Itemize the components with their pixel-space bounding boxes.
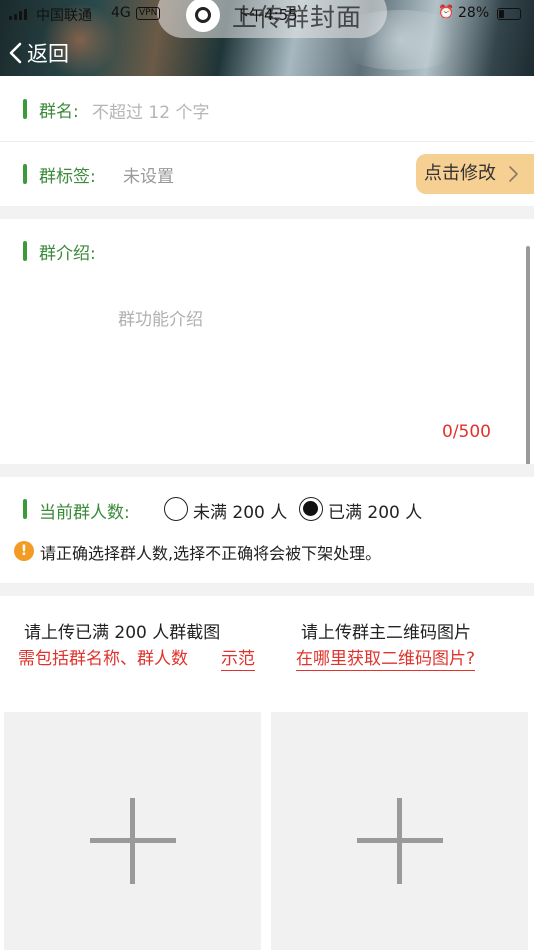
group-name-row[interactable]: 群名: 不超过 12 个字 bbox=[0, 76, 534, 142]
radio-under-200-label[interactable]: 未满 200 人 bbox=[193, 498, 287, 523]
back-label: 返回 bbox=[27, 42, 69, 66]
example-link[interactable]: 示范 bbox=[221, 644, 255, 671]
vpn-badge: VPN bbox=[136, 7, 161, 20]
section-marker bbox=[23, 164, 27, 184]
section-marker bbox=[23, 499, 27, 519]
header-cover-banner: 中国联通 4G VPN 下午4:55 ⏰ 28% 上传群封面 返回 bbox=[0, 0, 534, 76]
group-tag-label: 群标签: bbox=[39, 167, 96, 187]
radio-under-200[interactable] bbox=[164, 497, 188, 521]
group-name-input[interactable]: 不超过 12 个字 bbox=[92, 98, 209, 123]
member-count-label: 当前群人数: bbox=[39, 503, 130, 523]
upload-screenshot-note: 需包括群名称、群人数 bbox=[18, 649, 188, 669]
battery-percent: 28% bbox=[458, 5, 490, 21]
group-intro-label: 群介绍: bbox=[39, 244, 96, 264]
signal-icon bbox=[9, 9, 27, 20]
network-label: 4G bbox=[111, 5, 131, 21]
warning-icon: ! bbox=[14, 541, 34, 561]
carrier-label: 中国联通 bbox=[36, 8, 92, 24]
chevron-right-icon bbox=[509, 166, 518, 182]
section-marker bbox=[23, 241, 27, 261]
upload-screenshot-title: 请上传已满 200 人群截图 bbox=[24, 623, 221, 643]
upload-qrcode-title: 请上传群主二维码图片 bbox=[301, 623, 471, 643]
radio-full-200-label[interactable]: 已满 200 人 bbox=[328, 498, 422, 523]
group-intro-row: 群介绍: 群功能介绍 0/500 bbox=[0, 219, 534, 464]
plus-icon bbox=[357, 798, 443, 884]
section-divider bbox=[0, 206, 534, 219]
member-count-row: 当前群人数: 未满 200 人 已满 200 人 ! 请正确选择群人数,选择不正… bbox=[0, 477, 534, 583]
char-counter: 0/500 bbox=[442, 422, 491, 442]
section-divider bbox=[0, 464, 534, 477]
upload-section: 请上传已满 200 人群截图 需包括群名称、群人数 示范 请上传群主二维码图片 … bbox=[0, 596, 534, 950]
radio-full-200[interactable] bbox=[299, 497, 323, 521]
section-marker bbox=[23, 99, 27, 119]
upload-qrcode-box[interactable] bbox=[271, 712, 528, 950]
warning-text: 请正确选择群人数,选择不正确将会被下架处理。 bbox=[40, 544, 382, 563]
edit-tag-label: 点击修改 bbox=[424, 163, 496, 184]
upload-screenshot-box[interactable] bbox=[4, 712, 261, 950]
group-tag-value: 未设置 bbox=[123, 167, 174, 187]
group-tag-row: 群标签: 未设置 点击修改 bbox=[0, 142, 534, 206]
group-name-label: 群名: bbox=[39, 102, 79, 122]
qrcode-help-link[interactable]: 在哪里获取二维码图片? bbox=[296, 644, 476, 671]
section-divider bbox=[0, 583, 534, 596]
plus-icon bbox=[90, 798, 176, 884]
upload-cover-title[interactable]: 上传群封面 bbox=[232, 0, 362, 34]
back-button[interactable]: 返回 bbox=[8, 38, 69, 68]
battery-icon bbox=[497, 8, 521, 20]
chevron-left-icon bbox=[9, 42, 22, 64]
group-intro-textarea[interactable]: 群功能介绍 bbox=[118, 305, 203, 330]
edit-tag-button[interactable]: 点击修改 bbox=[416, 154, 534, 194]
alarm-clock-icon: ⏰ bbox=[438, 5, 455, 20]
